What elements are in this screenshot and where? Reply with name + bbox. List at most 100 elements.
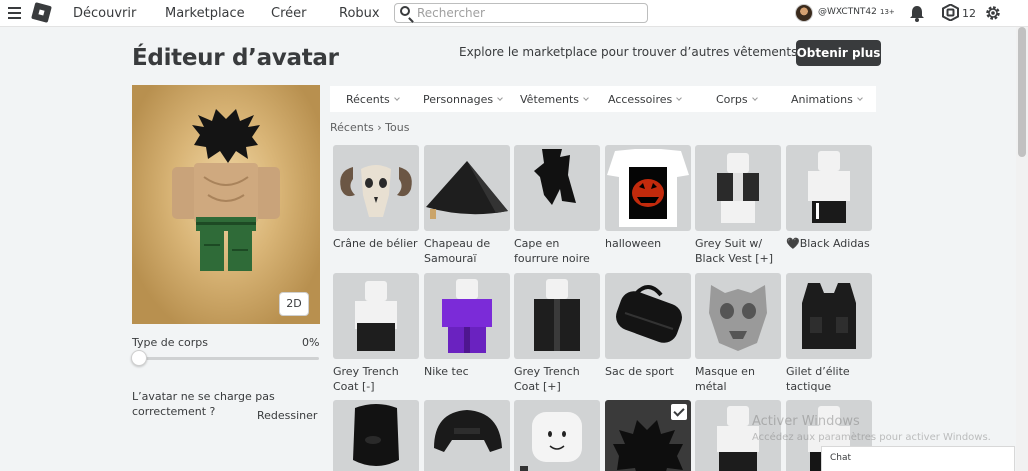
item-thumbnail (695, 273, 781, 359)
helmet-icon (434, 410, 502, 452)
item-card[interactable]: Grey Trench Coat [+] (514, 273, 600, 394)
search-icon (400, 6, 410, 16)
grey-trench-coat-icon (534, 279, 580, 351)
item-thumbnail (695, 145, 781, 231)
item-name: Cape en fourrure noire (514, 237, 590, 265)
redraw-button[interactable]: Redessiner (257, 409, 317, 422)
item-name: Masque en métal (695, 365, 755, 393)
search-input[interactable] (417, 5, 642, 21)
item-card[interactable]: Chapeau de Samouraï (424, 145, 510, 266)
chevron-down-icon (497, 95, 504, 101)
chevron-down-icon (856, 95, 863, 101)
settings-gear-icon[interactable] (984, 4, 1002, 22)
item-name: Grey Suit w/ Black Vest [+] (695, 237, 774, 265)
samurai-hat-icon (426, 161, 508, 219)
tab-clothing[interactable]: Vêtements (520, 93, 589, 106)
breadcrumb-current: Tous (385, 121, 410, 134)
chevron-down-icon (751, 95, 758, 101)
tab-recent[interactable]: Récents (346, 93, 400, 106)
item-name: Gilet d’élite tactique (786, 365, 850, 393)
robux-balance[interactable]: 12 (962, 7, 976, 20)
item-card[interactable]: Nike tec (424, 273, 510, 379)
nav-robux[interactable]: Robux (339, 6, 380, 21)
body-type-label: Type de corps (132, 336, 209, 349)
item-thumbnail (514, 400, 600, 471)
item-thumbnail (786, 145, 872, 231)
item-card[interactable] (424, 400, 510, 471)
top-navigation-bar: Découvrir Marketplace Créer Robux @WXCTN… (0, 0, 1028, 27)
item-card[interactable]: Gilet d’élite tactique (786, 273, 872, 394)
item-name: 🖤Black Adidas (786, 237, 870, 250)
username[interactable]: @WXCTNT42 (818, 7, 877, 17)
chat-label: Chat (830, 453, 852, 463)
item-thumbnail (333, 145, 419, 231)
user-avatar[interactable] (795, 4, 813, 22)
breadcrumb: Récents › Tous (330, 121, 409, 134)
item-card[interactable]: halloween (605, 145, 691, 251)
ram-skull-icon (340, 165, 412, 217)
item-thumbnail (786, 273, 872, 359)
black-adidas-icon (808, 151, 850, 223)
tab-label: Animations (791, 93, 853, 106)
item-card[interactable]: 🖤Black Adidas (786, 145, 872, 251)
nav-discover[interactable]: Découvrir (73, 6, 136, 21)
item-thumbnail (514, 273, 600, 359)
breadcrumb-parent[interactable]: Récents (330, 121, 374, 134)
chat-panel[interactable]: Chat (821, 446, 1015, 471)
item-card[interactable] (514, 400, 600, 471)
tab-accessories[interactable]: Accessoires (608, 93, 683, 106)
item-thumbnail (424, 273, 510, 359)
get-more-button[interactable]: Obtenir plus (796, 40, 881, 66)
item-card[interactable]: Crâne de bélier (333, 145, 419, 251)
scrollbar-thumb[interactable] (1018, 27, 1026, 157)
tab-label: Corps (716, 93, 748, 106)
age-badge: 13+ (880, 8, 895, 16)
avatar-preview[interactable] (132, 85, 320, 324)
notifications-bell-icon[interactable] (909, 5, 925, 22)
tab-characters[interactable]: Personnages (423, 93, 504, 106)
body-type-slider-thumb[interactable] (131, 350, 147, 366)
tab-label: Vêtements (520, 93, 580, 106)
nav-create[interactable]: Créer (271, 6, 306, 21)
roblox-logo-icon[interactable] (31, 2, 52, 23)
nav-marketplace[interactable]: Marketplace (165, 6, 245, 21)
body-type-slider-track[interactable] (139, 357, 319, 360)
marketplace-promo-text: Explore le marketplace pour trouver d’au… (459, 45, 806, 59)
selected-checkmark-icon[interactable] (671, 404, 687, 420)
item-card[interactable]: Cape en fourrure noire (514, 145, 600, 266)
chevron-down-icon (676, 95, 683, 101)
item-thumbnail (333, 273, 419, 359)
item-thumbnail (605, 400, 691, 471)
tactical-vest-icon (802, 283, 856, 349)
chevron-down-icon (583, 95, 589, 101)
item-card[interactable]: Grey Suit w/ Black Vest [+] (695, 145, 781, 266)
grey-suit-icon (717, 153, 759, 223)
halloween-shirt-icon (607, 149, 689, 227)
item-card[interactable]: Masque en métal (695, 273, 781, 394)
tab-body[interactable]: Corps (716, 93, 758, 106)
item-name: Sac de sport (605, 365, 674, 378)
item-card[interactable]: Sac de sport (605, 273, 691, 379)
item-thumbnail (605, 145, 691, 231)
head-icon (520, 412, 582, 471)
view-2d-button[interactable]: 2D (279, 292, 309, 316)
item-name: Chapeau de Samouraï (424, 237, 491, 265)
search-box[interactable] (394, 3, 648, 23)
item-name: halloween (605, 237, 662, 250)
page-title: Éditeur d’avatar (132, 45, 339, 71)
item-card[interactable]: Grey Trench Coat [-] (333, 273, 419, 394)
tab-animations[interactable]: Animations (791, 93, 863, 106)
tab-label: Accessoires (608, 93, 673, 106)
menu-icon[interactable] (8, 7, 21, 19)
item-card[interactable] (605, 400, 691, 471)
item-name: Grey Trench Coat [-] (333, 365, 399, 393)
nike-tec-icon (442, 279, 492, 353)
robux-icon[interactable] (942, 4, 959, 21)
item-thumbnail (514, 145, 600, 231)
breadcrumb-separator: › (377, 121, 382, 134)
category-tabs: Récents Personnages Vêtements Accessoire… (330, 86, 876, 112)
item-thumbnail (333, 400, 419, 471)
item-thumbnail (424, 400, 510, 471)
page-scrollbar[interactable] (1016, 27, 1028, 471)
item-card[interactable] (333, 400, 419, 471)
